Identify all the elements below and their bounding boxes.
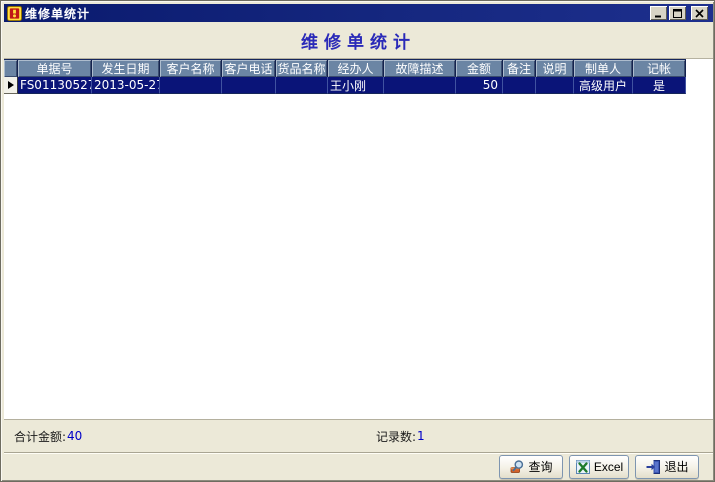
window-title: 维修单统计 <box>25 6 91 21</box>
column-header-maker[interactable]: 制单人 <box>574 60 633 77</box>
column-header-customer[interactable]: 客户名称 <box>160 60 222 77</box>
cell-remark[interactable] <box>503 77 536 94</box>
minimize-icon <box>655 15 661 17</box>
column-header-amount[interactable]: 金额 <box>456 60 503 77</box>
column-header-goods[interactable]: 货品名称 <box>276 60 328 77</box>
grid-header-row: 单据号 发生日期 客户名称 客户电话 货品名称 经办人 故障描述 金额 备注 说… <box>4 60 686 77</box>
cell-date[interactable]: 2013-05-27 <box>92 77 160 94</box>
total-amount-value: 40 <box>67 429 83 443</box>
cell-fault[interactable] <box>384 77 456 94</box>
grid-rows: 单据号 发生日期 客户名称 客户电话 货品名称 经办人 故障描述 金额 备注 说… <box>4 59 686 94</box>
close-button[interactable] <box>691 6 708 20</box>
title-bar[interactable]: 维修单统计 <box>4 4 713 22</box>
record-count-value: 1 <box>417 429 425 443</box>
cell-note[interactable] <box>536 77 574 94</box>
cell-docno[interactable]: FS0113052700 <box>18 77 92 94</box>
column-header-handler[interactable]: 经办人 <box>328 60 384 77</box>
excel-icon <box>575 459 590 474</box>
window-controls <box>650 6 711 20</box>
column-header-fault[interactable]: 故障描述 <box>384 60 456 77</box>
maximize-icon <box>673 8 682 18</box>
summary-strip: 合计金额: 40 记录数: 1 <box>4 419 713 452</box>
column-header-remark[interactable]: 备注 <box>503 60 536 77</box>
cell-posted[interactable]: 是 <box>633 77 686 94</box>
current-row-indicator-icon <box>7 81 14 89</box>
maximize-button[interactable] <box>669 6 686 20</box>
cell-maker[interactable]: 高级用户 <box>574 77 633 94</box>
heading-zone: 维修单统计 <box>4 22 713 58</box>
grid-corner-cell <box>4 60 18 77</box>
row-indicator-cell <box>4 77 18 94</box>
cell-phone[interactable] <box>222 77 276 94</box>
column-header-note[interactable]: 说明 <box>536 60 574 77</box>
data-grid: 单据号 发生日期 客户名称 客户电话 货品名称 经办人 故障描述 金额 备注 说… <box>4 58 713 419</box>
excel-button[interactable]: Excel <box>569 454 629 479</box>
cell-customer[interactable] <box>160 77 222 94</box>
exit-button-label: 退出 <box>664 460 689 474</box>
page-title: 维修单统计 <box>301 32 416 53</box>
exit-icon <box>646 459 661 474</box>
column-header-posted[interactable]: 记帐 <box>633 60 686 77</box>
total-amount: 合计金额: 40 <box>14 420 82 452</box>
close-icon <box>695 8 704 18</box>
app-emblem-icon <box>7 5 22 21</box>
record-count: 记录数: 1 <box>376 420 425 452</box>
button-bar: 查询 Excel 退出 <box>4 452 713 480</box>
query-button-label: 查询 <box>528 460 553 474</box>
minimize-button[interactable] <box>650 6 667 20</box>
cell-goods[interactable] <box>276 77 328 94</box>
column-header-date[interactable]: 发生日期 <box>92 60 160 77</box>
excel-button-label: Excel <box>593 459 624 474</box>
cell-amount[interactable]: 50 <box>456 77 503 94</box>
app-window: 维修单统计 维修单统计 单据号 发生日期 客户名称 客户电话 货品名称 经办人 … <box>0 0 715 482</box>
search-icon <box>511 459 524 473</box>
column-header-docno[interactable]: 单据号 <box>18 60 92 77</box>
cell-handler[interactable]: 王小刚 <box>328 77 384 94</box>
column-header-phone[interactable]: 客户电话 <box>222 60 276 77</box>
query-button[interactable]: 查询 <box>499 454 563 479</box>
record-count-label: 记录数: <box>376 429 417 444</box>
total-amount-label: 合计金额: <box>14 429 67 444</box>
table-row[interactable]: FS0113052700 2013-05-27 王小刚 50 高级用户 是 <box>4 77 686 94</box>
exit-button[interactable]: 退出 <box>635 454 699 479</box>
